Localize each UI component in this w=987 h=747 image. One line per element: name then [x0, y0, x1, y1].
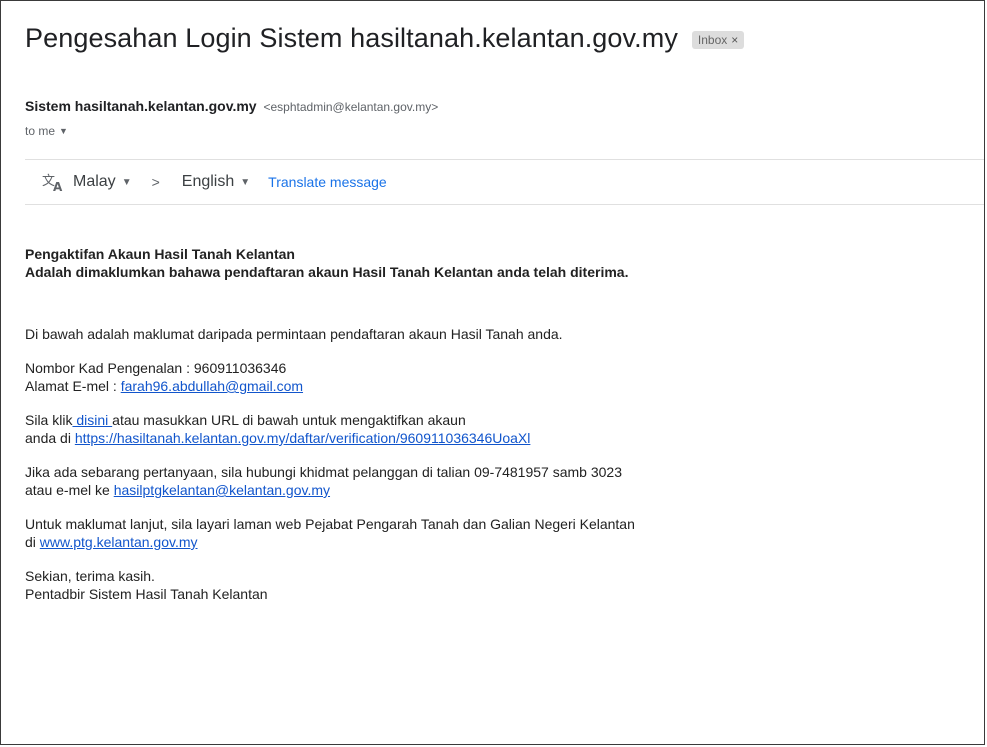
recipient-details-toggle[interactable]: to me ▼: [25, 124, 68, 138]
email-address-label: Alamat E-mel :: [25, 378, 121, 394]
source-language-select[interactable]: Malay ▼: [73, 173, 132, 191]
chevron-down-icon: ▼: [121, 176, 132, 188]
click-suffix: atau masukkan URL di bawah untuk mengakt…: [112, 412, 466, 428]
support-email-prefix: atau e-mel ke: [25, 482, 114, 498]
chevron-right-icon: >: [151, 174, 160, 190]
target-language-label: English: [181, 173, 235, 190]
chevron-down-icon: ▼: [240, 176, 251, 188]
website-line: di www.ptg.kelantan.gov.my: [25, 533, 965, 551]
inbox-label-text: Inbox: [697, 33, 728, 47]
chevron-down-icon[interactable]: ▼: [59, 126, 68, 136]
email-view: Pengesahan Login Sistem hasiltanah.kelan…: [0, 0, 985, 745]
subject-row: Pengesahan Login Sistem hasiltanah.kelan…: [25, 23, 745, 54]
sender-name: Sistem hasiltanah.kelantan.gov.my: [25, 98, 257, 114]
sender-line: Sistem hasiltanah.kelantan.gov.my <espht…: [25, 98, 438, 114]
sender-email: <esphtadmin@kelantan.gov.my>: [263, 100, 439, 114]
registered-email-link[interactable]: farah96.abdullah@gmail.com: [121, 378, 303, 394]
body-intro: Di bawah adalah maklumat daripada permin…: [25, 326, 563, 342]
activation-url-link[interactable]: https://hasiltanah.kelantan.gov.my/dafta…: [75, 430, 531, 446]
source-language-label: Malay: [73, 173, 116, 190]
email-address-line: Alamat E-mel : farah96.abdullah@gmail.co…: [25, 377, 965, 395]
closing-line-2: Pentadbir Sistem Hasil Tanah Kelantan: [25, 586, 268, 602]
support-email-link[interactable]: hasilptgkelantan@kelantan.gov.my: [114, 482, 330, 498]
body-heading-2: Adalah dimaklumkan bahawa pendaftaran ak…: [25, 264, 629, 280]
website-prefix: di: [25, 534, 40, 550]
email-subject: Pengesahan Login Sistem hasiltanah.kelan…: [25, 23, 678, 53]
activation-instruction-line: Sila klik disini atau masukkan URL di ba…: [25, 411, 965, 429]
support-line: Jika ada sebarang pertanyaan, sila hubun…: [25, 464, 622, 480]
click-prefix: Sila klik: [25, 412, 73, 428]
svg-text:A: A: [53, 180, 63, 192]
remove-label-icon[interactable]: ×: [731, 33, 738, 47]
body-heading-1: Pengaktifan Akaun Hasil Tanah Kelantan: [25, 246, 295, 262]
info-line: Untuk maklumat lanjut, sila layari laman…: [25, 516, 635, 532]
closing-line-1: Sekian, terima kasih.: [25, 568, 155, 584]
inbox-label-chip[interactable]: Inbox ×: [691, 31, 745, 49]
translate-message-link[interactable]: Translate message: [268, 174, 387, 190]
translate-icon: 文 A: [41, 172, 65, 194]
support-email-line: atau e-mel ke hasilptgkelantan@kelantan.…: [25, 481, 965, 499]
website-link[interactable]: www.ptg.kelantan.gov.my: [40, 534, 198, 550]
url-prefix: anda di: [25, 430, 75, 446]
activation-here-link[interactable]: disini: [72, 412, 112, 428]
activation-url-line: anda di https://hasiltanah.kelantan.gov.…: [25, 429, 965, 447]
target-language-select[interactable]: English ▼: [182, 173, 250, 191]
ic-number-line: Nombor Kad Pengenalan : 960911036346: [25, 360, 287, 376]
to-me-label: to me: [25, 124, 56, 138]
email-body: Pengaktifan Akaun Hasil Tanah Kelantan A…: [25, 245, 965, 603]
translate-bar: 文 A Malay ▼ > English ▼ Translate messag…: [25, 159, 984, 205]
